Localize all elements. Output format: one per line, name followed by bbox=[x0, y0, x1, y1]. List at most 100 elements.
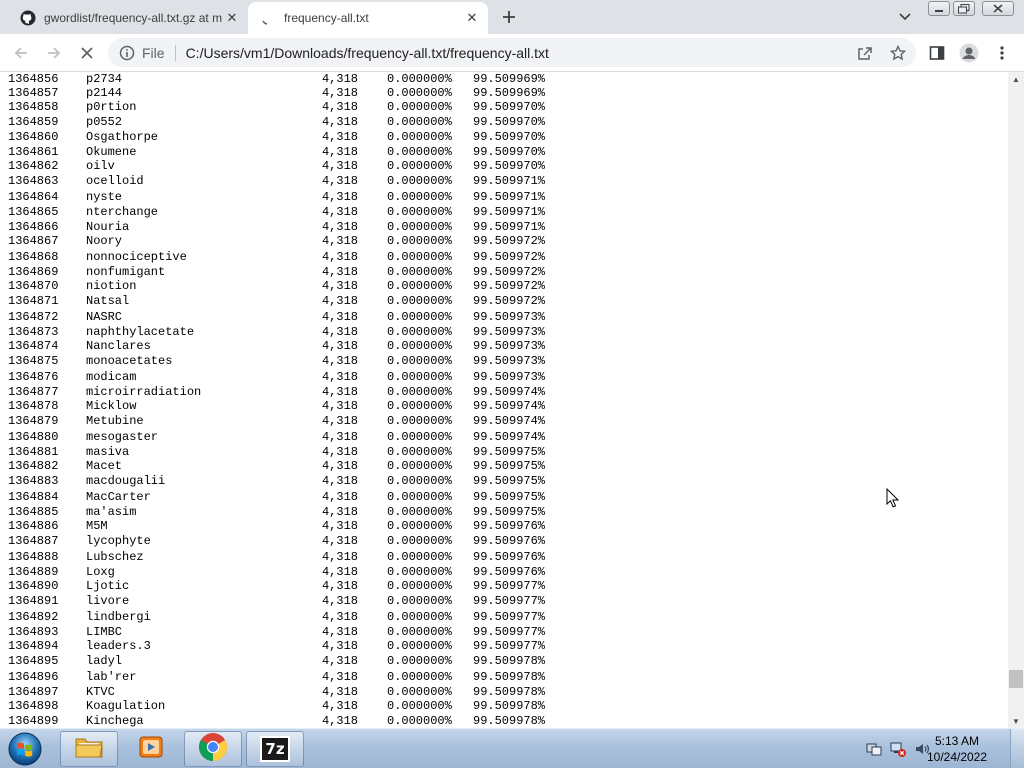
forward-button[interactable] bbox=[41, 40, 67, 66]
word-cell: MacCarter bbox=[86, 490, 151, 504]
scrollbar-thumb[interactable] bbox=[1009, 670, 1023, 688]
cumulative-percent-cell: 99.509972% bbox=[473, 265, 546, 279]
cumulative-percent-cell: 99.509976% bbox=[473, 565, 546, 579]
rank-cell: 1364895 bbox=[8, 654, 59, 668]
count-cell: 4,318 bbox=[321, 250, 358, 264]
cumulative-percent-cell: 99.509971% bbox=[473, 190, 546, 204]
cumulative-percent-cell: 99.509976% bbox=[473, 534, 546, 548]
count-cell: 4,318 bbox=[321, 220, 358, 234]
rank-cell: 1364859 bbox=[8, 115, 59, 129]
url-scheme-label: File bbox=[142, 44, 165, 61]
word-cell: lindbergi bbox=[86, 610, 151, 624]
count-cell: 4,318 bbox=[321, 159, 358, 173]
tab-gwordlist[interactable]: gwordlist/frequency-all.txt.gz at m ✕ bbox=[8, 2, 248, 34]
count-cell: 4,318 bbox=[321, 325, 358, 339]
word-cell: microirradiation bbox=[86, 385, 202, 399]
percent-cell: 0.000000% bbox=[387, 654, 452, 668]
clock-time: 5:13 AM bbox=[934, 734, 980, 748]
kebab-menu-icon[interactable] bbox=[989, 40, 1015, 66]
rank-cell: 1364883 bbox=[8, 474, 59, 488]
count-cell: 4,318 bbox=[321, 265, 358, 279]
percent-cell: 0.000000% bbox=[387, 385, 452, 399]
percent-cell: 0.000000% bbox=[387, 714, 452, 728]
cumulative-percent-cell: 99.509978% bbox=[473, 685, 546, 699]
word-cell: Metubine bbox=[86, 414, 144, 428]
taskbar-media-player[interactable] bbox=[122, 731, 180, 767]
taskbar-clock[interactable]: 5:13 AM 10/24/2022 bbox=[925, 733, 989, 765]
cumulative-percent-cell: 99.509978% bbox=[473, 714, 546, 728]
percent-cell: 0.000000% bbox=[387, 370, 452, 384]
tab-frequency-all[interactable]: frequency-all.txt ✕ bbox=[248, 2, 488, 34]
rank-cell: 1364857 bbox=[8, 86, 59, 100]
mouse-cursor-icon bbox=[886, 487, 902, 510]
rank-cell: 1364886 bbox=[8, 519, 59, 533]
scroll-down-arrow-icon[interactable]: ▼ bbox=[1008, 714, 1024, 728]
cumulative-percent-cell: 99.509970% bbox=[473, 145, 546, 159]
word-cell: ladyl bbox=[86, 654, 123, 668]
cumulative-percent-cell: 99.509969% bbox=[473, 72, 546, 86]
taskbar-7zip[interactable]: 7z bbox=[246, 731, 304, 767]
rank-cell: 1364873 bbox=[8, 325, 59, 339]
word-cell: lab'rer bbox=[86, 670, 137, 684]
text-file-content: 1364856 p2734 4,318 0.000000% 99.509969% 1364… bbox=[0, 72, 1008, 728]
percent-cell: 0.000000% bbox=[387, 490, 452, 504]
show-desktop-button[interactable] bbox=[1010, 729, 1024, 768]
rank-cell: 1364894 bbox=[8, 639, 59, 653]
close-window-button[interactable] bbox=[982, 1, 1014, 16]
percent-cell: 0.000000% bbox=[387, 325, 452, 339]
cumulative-percent-cell: 99.509974% bbox=[473, 399, 546, 413]
percent-cell: 0.000000% bbox=[387, 220, 452, 234]
percent-cell: 0.000000% bbox=[387, 265, 452, 279]
count-cell: 4,318 bbox=[321, 699, 358, 713]
taskbar-explorer[interactable] bbox=[60, 731, 118, 767]
action-center-icon[interactable] bbox=[864, 733, 884, 765]
restore-button[interactable] bbox=[953, 1, 975, 16]
tab-close-icon[interactable]: ✕ bbox=[462, 8, 482, 28]
back-button[interactable] bbox=[8, 40, 34, 66]
percent-cell: 0.000000% bbox=[387, 550, 452, 564]
new-tab-button[interactable] bbox=[498, 6, 520, 28]
word-cell: Natsal bbox=[86, 294, 130, 308]
count-cell: 4,318 bbox=[321, 354, 358, 368]
count-cell: 4,318 bbox=[321, 625, 358, 639]
url-text[interactable]: C:/Users/vm1/Downloads/frequency-all.txt… bbox=[186, 45, 549, 61]
percent-cell: 0.000000% bbox=[387, 190, 452, 204]
tab-close-icon[interactable]: ✕ bbox=[222, 8, 242, 28]
percent-cell: 0.000000% bbox=[387, 670, 452, 684]
percent-cell: 0.000000% bbox=[387, 250, 452, 264]
count-cell: 4,318 bbox=[321, 100, 358, 114]
vertical-scrollbar[interactable]: ▲ ▼ bbox=[1008, 72, 1024, 728]
start-button[interactable] bbox=[4, 730, 46, 768]
chevron-down-icon[interactable] bbox=[895, 8, 915, 26]
scroll-up-arrow-icon[interactable]: ▲ bbox=[1008, 72, 1024, 86]
info-icon[interactable] bbox=[118, 44, 136, 62]
tab-strip: gwordlist/frequency-all.txt.gz at m ✕ fr… bbox=[0, 0, 1024, 34]
percent-cell: 0.000000% bbox=[387, 145, 452, 159]
tab-title: frequency-all.txt bbox=[284, 11, 369, 25]
address-bar[interactable]: File C:/Users/vm1/Downloads/frequency-al… bbox=[108, 38, 916, 67]
network-error-icon[interactable] bbox=[888, 733, 908, 765]
percent-cell: 0.000000% bbox=[387, 72, 452, 86]
profile-avatar-icon[interactable] bbox=[956, 40, 982, 66]
minimize-button[interactable] bbox=[928, 1, 950, 16]
cumulative-percent-cell: 99.509976% bbox=[473, 550, 546, 564]
bookmark-star-icon[interactable] bbox=[885, 40, 911, 66]
cumulative-percent-cell: 99.509978% bbox=[473, 670, 546, 684]
side-panel-icon[interactable] bbox=[924, 40, 950, 66]
percent-cell: 0.000000% bbox=[387, 174, 452, 188]
cumulative-percent-cell: 99.509975% bbox=[473, 490, 546, 504]
count-cell: 4,318 bbox=[321, 654, 358, 668]
count-cell: 4,318 bbox=[321, 115, 358, 129]
rank-cell: 1364866 bbox=[8, 220, 59, 234]
word-cell: Loxg bbox=[86, 565, 115, 579]
stop-loading-button[interactable] bbox=[74, 40, 100, 66]
rank-cell: 1364888 bbox=[8, 550, 59, 564]
browser-toolbar: File C:/Users/vm1/Downloads/frequency-al… bbox=[0, 34, 1024, 72]
rank-cell: 1364870 bbox=[8, 279, 59, 293]
share-icon[interactable] bbox=[852, 40, 878, 66]
word-cell: modicam bbox=[86, 370, 137, 384]
cumulative-percent-cell: 99.509970% bbox=[473, 115, 546, 129]
taskbar-chrome[interactable] bbox=[184, 731, 242, 767]
count-cell: 4,318 bbox=[321, 534, 358, 548]
tab-title: gwordlist/frequency-all.txt.gz at m bbox=[44, 11, 222, 25]
